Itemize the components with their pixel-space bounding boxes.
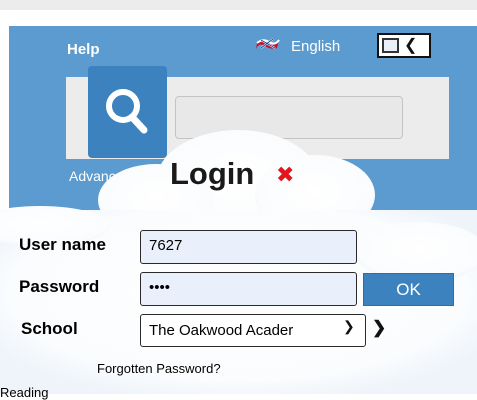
password-label: Password [19,277,100,296]
ok-button[interactable]: OK [363,273,454,306]
close-icon[interactable]: ✖ [276,163,294,187]
forgot-password-link[interactable]: Forgotten Password? [97,361,221,376]
username-label: User name [19,235,106,254]
chevron-right-icon[interactable]: ❯ [372,318,386,338]
school-select[interactable]: The Oakwood Acader [140,314,366,347]
login-title: Login [170,156,255,191]
username-field[interactable]: 7627 [140,230,357,264]
school-label: School [21,319,78,338]
reading-label: Reading [0,385,49,400]
password-field[interactable]: •••• [140,272,357,306]
chevron-down-icon: ❯ [343,318,355,334]
